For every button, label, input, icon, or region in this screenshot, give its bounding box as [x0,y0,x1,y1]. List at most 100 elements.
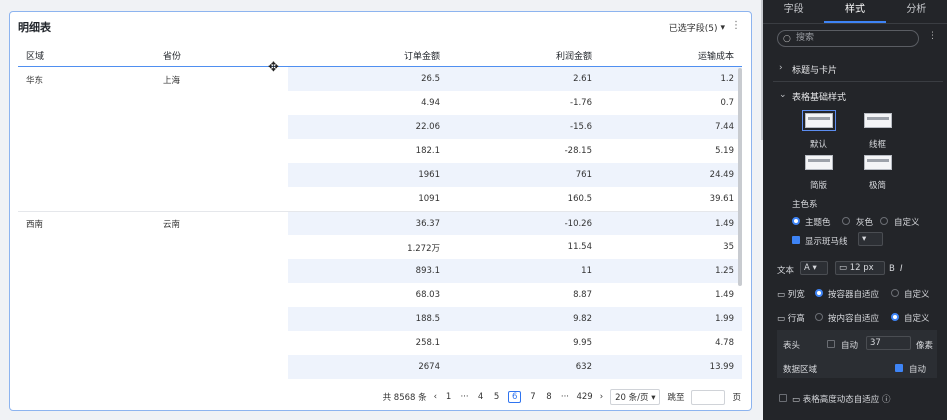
cell-order-amount[interactable]: 26.5 [421,74,440,84]
table-row[interactable]: 26.5 2.61 1.2 [18,67,742,91]
cell-order-amount[interactable]: 4.94 [421,98,440,108]
cell-shipping-cost[interactable]: 1.49 [715,290,734,300]
cell-order-amount[interactable]: 1091 [418,194,440,204]
cell-profit[interactable]: -15.6 [570,122,592,132]
chevron-right-icon[interactable]: › [779,63,783,73]
cell-profit[interactable]: 2.61 [573,74,592,84]
dynamic-height-checkbox[interactable] [779,394,787,402]
cell-shipping-cost[interactable]: 24.49 [710,170,734,180]
panel-search-input[interactable]: ○ 搜索 [777,30,919,47]
cell-profit[interactable]: 8.87 [573,290,592,300]
page-6-current[interactable]: 6 [508,391,522,403]
page-7[interactable]: 7 [528,392,537,402]
theme-radio-primary[interactable] [792,217,800,225]
theme-radio-custom[interactable] [880,217,888,225]
cell-order-amount[interactable]: 36.37 [416,219,440,229]
header-region[interactable]: 区域 [26,49,44,62]
tab-style[interactable]: 样式 [824,0,886,23]
table-row[interactable]: 68.03 8.87 1.49 [18,283,742,307]
cell-shipping-cost[interactable]: 1.25 [715,266,734,276]
cell-shipping-cost[interactable]: 39.61 [710,194,734,204]
theme-radio-gray[interactable] [842,217,850,225]
table-scrollbar[interactable] [738,68,742,286]
header-province[interactable]: 省份 [163,49,181,62]
cell-profit[interactable]: -1.76 [570,98,592,108]
detail-table-card[interactable]: 明细表 已选字段(5) ▾ ⋮ 区域 省份 订单金额 利润金额 运输成本 26.… [9,11,752,411]
font-color-select[interactable]: A ▾ [800,261,828,275]
cell-profit[interactable]: 160.5 [568,194,592,204]
rowheight-radio-custom[interactable] [891,313,899,321]
page-4[interactable]: 4 [476,392,485,402]
panel-more-icon[interactable]: ⋮ [928,31,937,41]
chevron-down-icon[interactable]: ⌄ [779,90,787,100]
page-429[interactable]: 429 [576,392,592,402]
table-row[interactable]: 22.06 -15.6 7.44 [18,115,742,139]
page-8[interactable]: 8 [544,392,553,402]
cell-profit[interactable]: 9.95 [573,338,592,348]
cell-order-amount[interactable]: 188.5 [416,314,440,324]
table-row[interactable]: 1.272万 11.54 35 [18,235,742,259]
cell-profit[interactable]: -28.15 [565,146,592,156]
cell-shipping-cost[interactable]: 5.19 [715,146,734,156]
table-row[interactable]: 4.94 -1.76 0.7 [18,91,742,115]
cell-order-amount[interactable]: 1.272万 [407,242,440,254]
style-default-thumb[interactable] [802,110,836,131]
header-shipping-cost[interactable]: 运输成本 [698,49,734,62]
font-size-select[interactable]: ▭ 12 px [835,261,885,275]
page-ellipsis[interactable]: ··· [560,392,569,402]
cell-region[interactable]: 西南 [26,218,43,230]
italic-button[interactable]: I [900,264,903,274]
cell-profit[interactable]: 632 [576,362,592,372]
header-height-input[interactable]: 37 [866,336,911,350]
cell-profit[interactable]: 11.54 [568,242,592,252]
next-page-icon[interactable]: › [600,392,603,402]
zebra-color-select[interactable]: ▾ [858,232,883,246]
table-row[interactable]: 188.5 9.82 1.99 [18,307,742,331]
cell-order-amount[interactable]: 258.1 [416,338,440,348]
cell-shipping-cost[interactable]: 13.99 [710,362,734,372]
table-row[interactable]: 1091 160.5 39.61 [18,187,742,211]
page-5[interactable]: 5 [492,392,501,402]
bold-button[interactable]: B [889,264,895,274]
cell-order-amount[interactable]: 893.1 [416,266,440,276]
cell-shipping-cost[interactable]: 35 [723,242,734,252]
section-table-basic[interactable]: 表格基础样式 [792,90,846,103]
more-options-icon[interactable]: ⋮ [731,20,741,31]
table-row[interactable]: 893.1 11 1.25 [18,259,742,283]
jump-page-input[interactable] [691,389,726,405]
cell-profit[interactable]: -10.26 [565,219,592,229]
page-ellipsis[interactable]: ··· [460,392,469,402]
selected-fields-dropdown[interactable]: 已选字段(5) ▾ [669,21,725,35]
tab-analysis[interactable]: 分析 [886,0,947,23]
cell-province[interactable]: 云南 [163,218,180,230]
table-row[interactable]: 36.37 -10.26 1.49 [18,211,742,235]
page-1[interactable]: 1 [444,392,453,402]
cell-shipping-cost[interactable]: 0.7 [720,98,734,108]
data-auto-checkbox[interactable] [895,364,903,372]
section-title-card[interactable]: 标题与卡片 [792,63,837,76]
header-auto-checkbox[interactable] [827,340,835,348]
cell-shipping-cost[interactable]: 1.99 [715,314,734,324]
cell-order-amount[interactable]: 22.06 [416,122,440,132]
cell-shipping-cost[interactable]: 7.44 [715,122,734,132]
cell-region[interactable]: 华东 [26,74,43,86]
table-row[interactable]: 2674 632 13.99 [18,355,742,379]
zebra-checkbox[interactable] [792,236,800,244]
cell-order-amount[interactable]: 1961 [418,170,440,180]
cell-profit[interactable]: 761 [576,170,592,180]
header-profit[interactable]: 利润金额 [556,49,592,62]
cell-order-amount[interactable]: 182.1 [416,146,440,156]
cell-profit[interactable]: 11 [581,266,592,276]
header-order-amount[interactable]: 订单金额 [404,49,440,62]
table-row[interactable]: 182.1 -28.15 5.19 [18,139,742,163]
page-size-select[interactable]: 20 条/页 ▾ [610,389,661,405]
colwidth-radio-custom[interactable] [891,289,899,297]
colwidth-radio-container[interactable] [815,289,823,297]
cell-shipping-cost[interactable]: 4.78 [715,338,734,348]
table-row[interactable]: 258.1 9.95 4.78 [18,331,742,355]
cell-shipping-cost[interactable]: 1.2 [720,74,734,84]
table-row[interactable]: 1961 761 24.49 [18,163,742,187]
cell-profit[interactable]: 9.82 [573,314,592,324]
prev-page-icon[interactable]: ‹ [434,392,437,402]
tab-fields[interactable]: 字段 [763,0,824,23]
